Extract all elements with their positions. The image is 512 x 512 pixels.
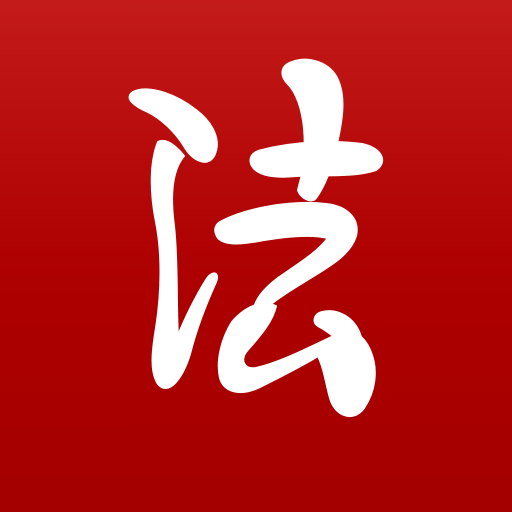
glyph-stroke-top bbox=[281, 58, 344, 202]
glyph-stroke-water bbox=[150, 140, 218, 390]
app-icon[interactable] bbox=[0, 0, 512, 512]
calligraphy-glyph-icon bbox=[128, 58, 384, 418]
glyph-stroke-middle bbox=[214, 201, 358, 321]
glyph-stroke-crossbar-upper bbox=[249, 141, 384, 178]
